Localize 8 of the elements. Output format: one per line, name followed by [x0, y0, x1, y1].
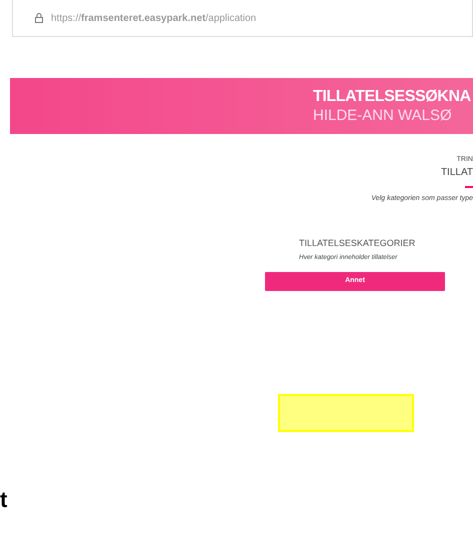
url-text: https://framsenteret.easypark.net/application	[51, 12, 256, 26]
applicant-name: HILDE-ANN WALSØ	[313, 107, 453, 126]
stray-letter: t	[0, 488, 8, 511]
page-title: TILLATELSESSØKNA	[313, 86, 472, 107]
address-bar[interactable]: https://framsenteret.easypark.net/application	[12, 0, 473, 37]
lock-icon	[35, 13, 43, 23]
step-name: TILLAT	[440, 168, 473, 178]
section-heading: TILLATELSESKATEGORIER	[298, 236, 416, 250]
